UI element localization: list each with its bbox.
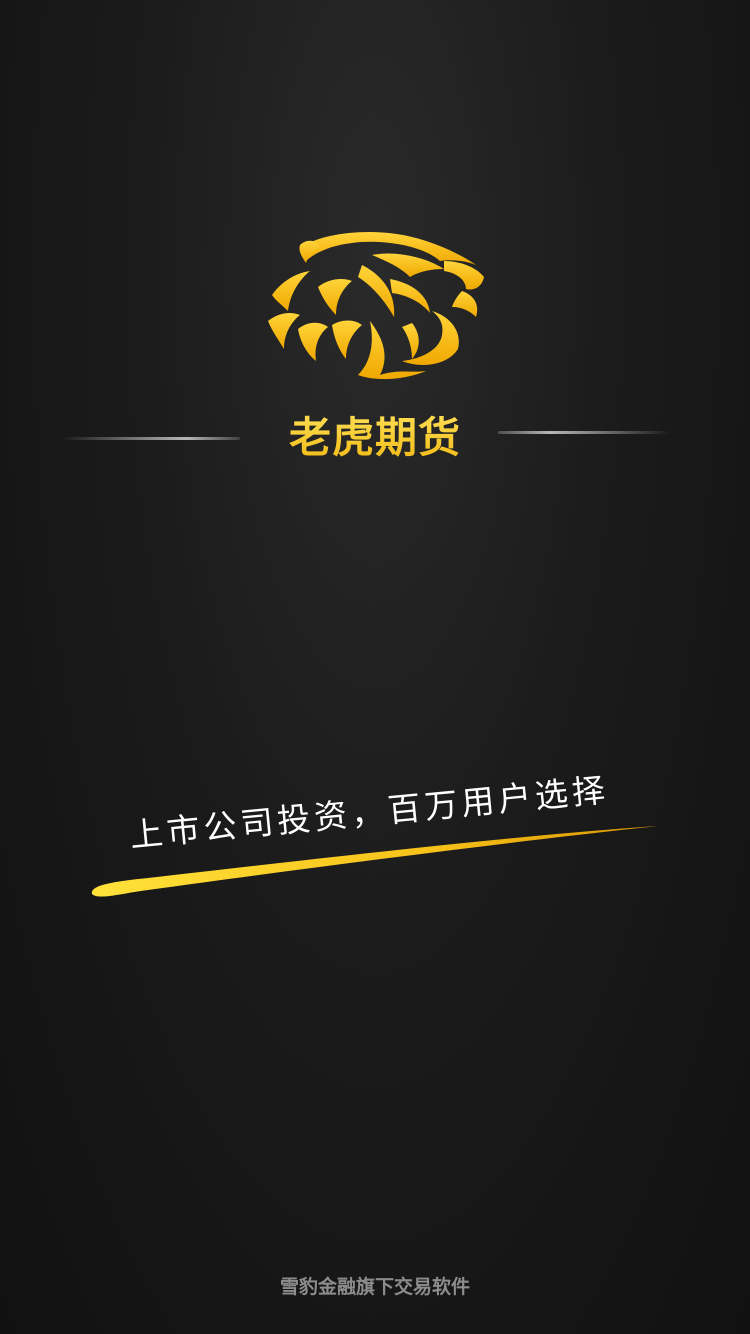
tiger-head-icon bbox=[268, 232, 484, 380]
slogan-banner: 上市公司投资，百万用户选择 bbox=[88, 770, 668, 910]
splash-screen: 老虎期货 上市公司投资，百万用户选择 雪豹金融旗下交易软件 bbox=[0, 0, 750, 1334]
brand-name: 老虎期货 bbox=[240, 408, 510, 468]
right-divider bbox=[498, 431, 670, 434]
footer-company-text: 雪豹金融旗下交易软件 bbox=[279, 1276, 470, 1298]
left-divider bbox=[62, 437, 240, 440]
brand-header: 老虎期货 bbox=[0, 408, 750, 468]
